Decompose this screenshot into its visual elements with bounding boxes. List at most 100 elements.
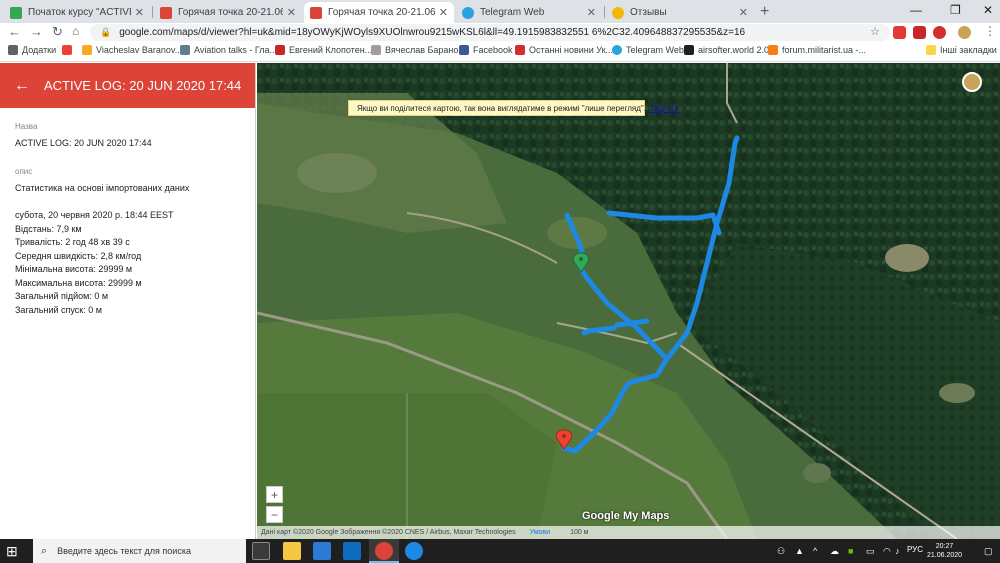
attribution-text: Дані карт ©2020 Google Зображення ©2020 … <box>261 529 516 536</box>
profile-avatar[interactable] <box>958 26 971 39</box>
bookmark-telegram[interactable]: Telegram Web <box>612 45 684 55</box>
battery-icon[interactable]: ▭ <box>866 546 875 557</box>
windows-start-icon[interactable]: ⊞ <box>6 543 18 560</box>
extension-icon[interactable] <box>893 26 906 39</box>
close-window-icon[interactable]: ✕ <box>983 3 993 17</box>
my-maps-icon <box>160 6 172 19</box>
wifi-icon[interactable]: ◠ <box>883 546 891 557</box>
home-icon[interactable]: ⌂ <box>72 24 79 38</box>
stat-ascent: Загальний підйом: 0 м <box>15 291 109 301</box>
stat-avg-speed: Середня швидкість: 2,8 км/год <box>15 250 142 261</box>
bookmark-icon <box>371 45 381 55</box>
restore-icon[interactable]: ❐ <box>950 3 961 17</box>
bookmark-item[interactable]: airsofter.world 2.0 <box>684 45 769 55</box>
bookmark-icon <box>684 45 694 55</box>
bookmark-item[interactable]: Вячеслав Баранов <box>371 45 463 55</box>
stat-distance: Відстань: 7,9 км <box>15 223 82 234</box>
close-icon[interactable]: ✕ <box>739 6 748 19</box>
language-indicator[interactable]: РУС <box>907 545 923 554</box>
google-maps-icon <box>10 6 22 19</box>
panel-body: Назва ACTIVE LOG: 20 JUN 2020 17:44 опис… <box>0 108 255 331</box>
minimize-icon[interactable]: — <box>910 3 922 17</box>
clock-date: 21.06.2020 <box>927 552 963 559</box>
nvidia-icon[interactable]: ■ <box>848 546 853 556</box>
bookmark-gmail[interactable] <box>62 45 76 55</box>
bookmark-item[interactable]: Aviation talks - Гла... <box>180 45 277 55</box>
opera-icon[interactable] <box>933 26 946 39</box>
people-icon[interactable]: ⚇ <box>777 546 785 557</box>
panel-title: ACTIVE LOG: 20 JUN 2020 17:44 <box>44 78 242 93</box>
apps-icon <box>8 45 18 55</box>
banner-close-link[interactable]: Закрити <box>649 104 679 113</box>
chrome-icon[interactable] <box>375 542 393 560</box>
tab-title: Початок курсу "ACTIVE LOG: 20 ... <box>28 7 131 18</box>
bookmarks-bar: Додатки Viacheslav Baranov... Aviation t… <box>0 42 1000 62</box>
stat-duration: Тривалість: 2 год 48 хв 39 с <box>15 237 130 247</box>
volume-icon[interactable]: ♪ <box>895 546 900 556</box>
task-view-icon[interactable] <box>252 542 270 560</box>
bookmark-item[interactable]: forum.militarist.ua -... <box>768 45 866 55</box>
tab-title: Горячая точка 20-21.06.20 <box>178 7 283 18</box>
mail-icon[interactable] <box>343 542 361 560</box>
avatar[interactable] <box>962 72 982 92</box>
reload-icon[interactable]: ↻ <box>52 24 63 40</box>
panel-header: ← ACTIVE LOG: 20 JUN 2020 17:44 <box>0 63 255 108</box>
star-icon[interactable]: ☆ <box>870 25 880 38</box>
telegram-icon <box>612 45 622 55</box>
back-icon[interactable]: ← <box>8 24 21 39</box>
cloud-icon[interactable]: ☁ <box>830 546 839 557</box>
share-notice-banner: Якщо ви поділитеся картою, так вона вигл… <box>348 100 679 116</box>
search-icon: ⌕ <box>41 544 48 557</box>
zoom-in-button[interactable]: + <box>266 486 283 503</box>
folder-icon <box>926 45 936 55</box>
file-explorer-icon[interactable] <box>283 542 301 560</box>
stat-descent: Загальний спуск: 0 м <box>15 304 102 315</box>
close-icon[interactable]: ✕ <box>439 6 448 19</box>
address-bar[interactable]: 🔒 google.com/maps/d/viewer?hl=uk&mid=18y… <box>90 24 890 41</box>
bookmark-icon <box>768 45 778 55</box>
tab-course[interactable]: Початок курсу "ACTIVE LOG: 20 ... ✕ <box>4 2 150 23</box>
zoom-out-button[interactable]: − <box>266 506 283 523</box>
satellite-map[interactable] <box>257 63 1000 539</box>
close-icon[interactable]: ✕ <box>135 6 144 19</box>
bookmark-facebook[interactable]: Facebook <box>459 45 513 55</box>
taskbar: ⊞ ⌕ Введите здесь текст для поиска ⚇ ▲ ^… <box>0 539 1000 563</box>
map-view[interactable]: Якщо ви поділитеся картою, так вона вигл… <box>257 63 1000 539</box>
forward-icon[interactable]: → <box>30 24 43 39</box>
menu-icon[interactable]: ⋮ <box>984 24 996 38</box>
close-icon[interactable]: ✕ <box>587 6 596 19</box>
tab-title: Горячая точка 20-21.06.20 – Go... <box>328 7 435 18</box>
clock-time: 20:27 <box>935 543 954 550</box>
back-arrow-icon[interactable]: ← <box>14 77 34 95</box>
tab-hotspot-1[interactable]: Горячая точка 20-21.06.20 ✕ <box>154 2 302 23</box>
bookmark-item[interactable]: Евгений Клопотен... <box>275 45 372 55</box>
bookmark-item[interactable]: Останні новини Ук... <box>515 45 613 55</box>
notifications-icon[interactable]: ▢ <box>984 546 993 557</box>
bookmark-apps[interactable]: Додатки <box>8 45 56 55</box>
stat-date: субота, 20 червня 2020 р. 18:44 EEST <box>15 210 174 220</box>
tab-hotspot-2[interactable]: Горячая точка 20-21.06.20 – Go... ✕ <box>304 2 454 23</box>
tab-title: Отзывы <box>630 7 667 18</box>
terms-link[interactable]: Умови <box>530 529 550 536</box>
extension-icon[interactable] <box>913 26 926 39</box>
network-icon[interactable]: ▲ <box>795 546 804 556</box>
bookmark-item[interactable]: Viacheslav Baranov... <box>82 45 182 55</box>
close-icon[interactable]: ✕ <box>287 6 296 19</box>
edge-icon[interactable] <box>405 542 423 560</box>
bookmark-icon <box>275 45 285 55</box>
store-icon[interactable] <box>313 542 331 560</box>
bookmark-icon <box>180 45 190 55</box>
scale-label: 100 м <box>570 529 589 536</box>
details-panel: ← ACTIVE LOG: 20 JUN 2020 17:44 Назва AC… <box>0 63 256 539</box>
bookmark-icon <box>82 45 92 55</box>
url-text[interactable]: google.com/maps/d/viewer?hl=uk&mid=18yOW… <box>119 27 745 38</box>
new-tab-button[interactable]: + <box>760 3 769 21</box>
bookmark-other[interactable]: Інші закладки <box>926 45 997 55</box>
tab-reviews[interactable]: Отзывы ✕ <box>606 2 754 23</box>
taskbar-search[interactable]: ⌕ Введите здесь текст для поиска <box>33 539 246 563</box>
google-my-maps-logo: Google My Maps <box>582 510 670 522</box>
chevron-up-icon[interactable]: ^ <box>813 546 817 556</box>
my-maps-icon <box>310 6 322 19</box>
tab-telegram[interactable]: Telegram Web ✕ <box>456 2 602 23</box>
clock[interactable]: 20:27 21.06.2020 <box>927 542 962 560</box>
